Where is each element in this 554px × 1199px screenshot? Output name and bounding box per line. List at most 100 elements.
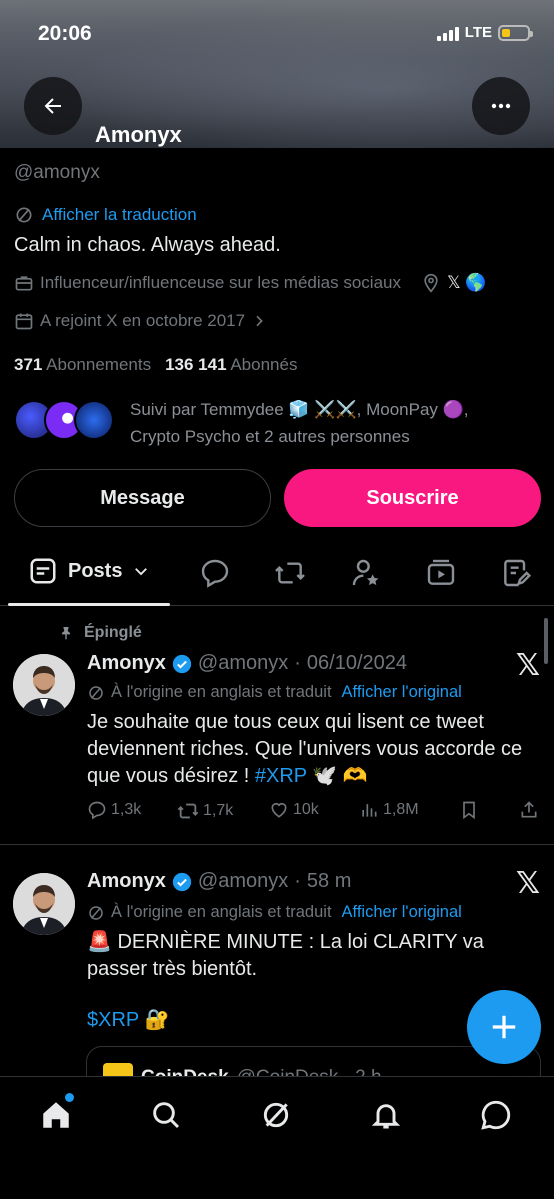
post-emojis: 🔐 — [138, 1009, 170, 1031]
grok-icon — [263, 1102, 289, 1128]
verified-badge-icon — [172, 654, 192, 673]
followers-label: Abonnés — [230, 355, 298, 374]
like-button[interactable]: 10k — [269, 800, 319, 820]
person-star-icon — [352, 559, 379, 586]
follower-avatars — [14, 396, 114, 442]
nav-search[interactable] — [146, 1095, 186, 1135]
notification-dot — [65, 1093, 74, 1102]
back-button[interactable] — [24, 77, 82, 135]
tab-highlights[interactable] — [350, 557, 382, 589]
avatar[interactable] — [13, 654, 75, 716]
post-emojis: 🕊️ 🫶 — [306, 765, 368, 787]
author-handle: @amonyx — [197, 870, 289, 892]
tab-posts[interactable]: Posts — [28, 556, 150, 586]
translation-note: À l'origine en anglais et traduit Affich… — [87, 903, 462, 922]
network-label: LTE — [464, 24, 492, 41]
calendar-icon — [15, 313, 33, 330]
avatar[interactable] — [13, 873, 75, 935]
pinned-indicator: Épinglé — [58, 624, 142, 642]
tab-media[interactable] — [425, 557, 457, 589]
translation-note: À l'origine en anglais et traduit Affich… — [87, 683, 462, 702]
profile-joined[interactable]: A rejoint X en octobre 2017 — [14, 311, 267, 331]
author-name[interactable]: Amonyx — [87, 652, 166, 675]
location-pin-icon — [424, 273, 438, 293]
reply-count: 1,3k — [111, 801, 142, 818]
followers-count: 136 141 — [165, 355, 227, 374]
profile-tabs: Posts — [0, 540, 554, 606]
signal-icon — [436, 25, 459, 41]
views-icon — [362, 804, 377, 817]
profile-handle: @amonyx — [14, 162, 100, 183]
tab-replies[interactable] — [199, 557, 231, 589]
translate-icon — [16, 207, 32, 223]
tab-articles[interactable] — [500, 557, 532, 589]
share-button[interactable] — [519, 800, 539, 820]
message-button[interactable]: Message — [14, 469, 271, 527]
tab-reposts[interactable] — [274, 557, 306, 589]
post-date: 58 m — [306, 870, 352, 892]
translate-link[interactable]: Afficher la traduction — [14, 205, 197, 225]
repost-icon — [275, 562, 305, 584]
status-time: 20:06 — [38, 22, 92, 45]
repost-button[interactable]: 1,7k — [177, 800, 233, 822]
nav-grok[interactable] — [256, 1095, 296, 1135]
chevron-down-icon — [135, 568, 148, 576]
more-options-button[interactable] — [472, 77, 530, 135]
reply-icon — [88, 801, 106, 820]
views-button[interactable]: 1,8M — [359, 800, 419, 820]
translate-icon — [89, 685, 103, 700]
author-handle: @amonyx — [197, 652, 289, 674]
nav-notifications[interactable] — [366, 1095, 406, 1135]
x-logo-icon: 𝕏 — [515, 649, 540, 682]
views-count: 1,8M — [383, 801, 419, 818]
followers-link[interactable]: 136 141 Abonnés — [165, 355, 297, 375]
nav-home[interactable] — [36, 1093, 76, 1135]
compose-button[interactable] — [467, 990, 541, 1064]
header-title: Amonyx — [95, 122, 182, 147]
translated-note-text: À l'origine en anglais et traduit — [111, 683, 332, 701]
post-actions: 1,3k 1,7k 10k 1,8M — [87, 800, 543, 824]
post-date: 06/10/2024 — [306, 652, 408, 674]
hashtag-link[interactable]: #XRP — [255, 765, 307, 787]
like-count: 10k — [293, 801, 319, 818]
followed-by[interactable]: Suivi par Temmydee 🧊 ⚔️⚔️, MoonPay 🟣, Cr… — [14, 396, 510, 450]
followed-by-text: Suivi par Temmydee 🧊 ⚔️⚔️, MoonPay 🟣, Cr… — [130, 400, 469, 446]
meta-separator: · — [294, 652, 301, 674]
status-bar: 20:06 LTE — [0, 20, 554, 50]
arrow-left-icon — [44, 98, 61, 114]
media-icon — [427, 559, 455, 585]
cashtag-link[interactable]: $XRP — [87, 1009, 139, 1031]
tab-posts-label: Posts — [68, 559, 123, 582]
profile-meta-category: Influenceur/influenceuse sur les médias … — [14, 273, 487, 293]
post-card[interactable]: Épinglé Amonyx @amonyx · 06/10/2024 𝕏 À … — [0, 616, 554, 845]
nav-messages[interactable] — [476, 1095, 516, 1135]
following-link[interactable]: 371 Abonnements — [14, 355, 151, 375]
heart-icon — [271, 802, 287, 818]
pin-icon — [62, 627, 70, 640]
reply-button[interactable]: 1,3k — [87, 800, 141, 820]
post-header: Amonyx @amonyx · 06/10/2024 — [87, 652, 407, 675]
meta-separator: · — [294, 870, 301, 892]
tab-active-indicator — [8, 603, 170, 606]
x-logo-icon: 𝕏 — [515, 867, 540, 900]
subscribe-button[interactable]: Souscrire — [284, 469, 541, 527]
follower-avatar — [74, 400, 114, 440]
author-name[interactable]: Amonyx — [87, 870, 166, 893]
message-bubble-icon — [481, 1100, 511, 1130]
following-count: 371 — [14, 355, 43, 374]
translate-icon — [89, 905, 103, 920]
profile-stats: 371 Abonnements 136 141 Abonnés — [14, 355, 297, 375]
bookmark-button[interactable] — [459, 800, 479, 820]
show-original-link[interactable]: Afficher l'original — [342, 683, 462, 702]
translate-label: Afficher la traduction — [42, 205, 197, 224]
joined-label: A rejoint X en octobre 2017 — [40, 311, 246, 330]
profile-bio: Calm in chaos. Always ahead. — [14, 234, 281, 256]
more-icon — [491, 103, 511, 109]
profile-category: Influenceur/influenceuse sur les médias … — [40, 273, 401, 292]
show-original-link[interactable]: Afficher l'original — [342, 903, 462, 922]
repost-icon — [177, 803, 199, 819]
post-text: Je souhaite que tous ceux qui lisent ce … — [87, 709, 537, 790]
search-icon — [153, 1102, 180, 1129]
author-photo — [13, 654, 75, 716]
pinned-label: Épinglé — [84, 624, 142, 641]
